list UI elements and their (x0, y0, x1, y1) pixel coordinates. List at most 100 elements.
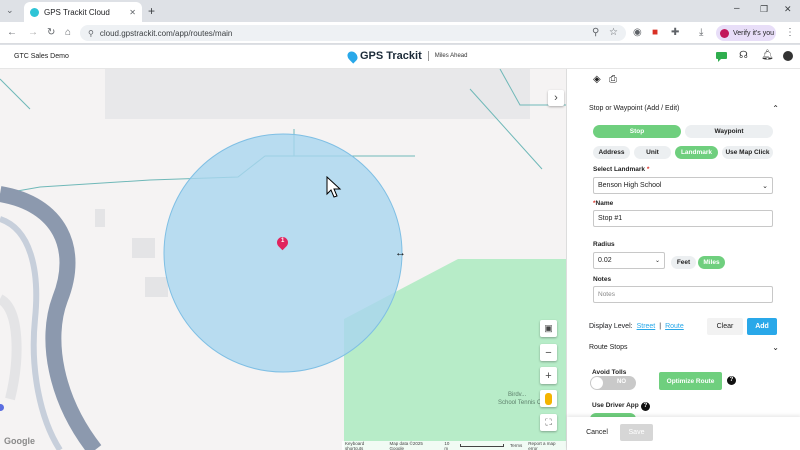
source-address-button[interactable]: Address (593, 146, 630, 159)
toggle-knob (591, 377, 603, 389)
poi-label: Birdv... (508, 392, 527, 398)
stop-waypoint-section-header[interactable]: Stop or Waypoint (Add / Edit) ⌃ (589, 104, 779, 113)
verify-label: Verify it's you (733, 29, 775, 37)
bookmark-star-icon[interactable]: ☆ (609, 27, 618, 39)
scale-bar (460, 444, 504, 447)
name-value: Stop #1 (598, 215, 623, 222)
verify-profile-chip[interactable]: Verify it's you (716, 25, 776, 41)
plus-icon: + (545, 369, 552, 382)
display-level: Display Level: Street | Route (589, 323, 684, 330)
app-header: GTC Sales Demo GPS Trackit Miles Ahead ☊… (0, 45, 800, 69)
optimize-route-button[interactable]: Optimize Route (659, 372, 722, 390)
chat-icon[interactable] (716, 52, 727, 62)
browser-menu-icon[interactable]: ⋮ (785, 27, 795, 39)
map-line (0, 78, 31, 110)
type-stop-button[interactable]: Stop (593, 125, 681, 138)
radius-value: 0.02 (598, 257, 612, 264)
avoid-tolls-toggle[interactable]: NO (590, 376, 636, 390)
source-map-click-button[interactable]: Use Map Click (722, 146, 773, 159)
select-landmark-label-text: Select Landmark (593, 166, 646, 173)
extension-red-icon[interactable]: ■ (652, 27, 658, 39)
download-icon[interactable]: ⤓ (699, 27, 703, 39)
poi-label: School Tennis C... (498, 400, 547, 406)
forward-icon[interactable]: → (28, 27, 38, 39)
map-type-button[interactable]: ▣ (540, 320, 557, 337)
unit-miles-button[interactable]: Miles (698, 256, 725, 269)
profile-avatar (720, 28, 729, 38)
zoom-icon[interactable]: ⚲ (592, 27, 599, 39)
landmark-value: Benson High School (598, 182, 662, 189)
landmark-select[interactable]: Benson High School ⌄ (593, 177, 773, 194)
route-stops-section-header[interactable]: Route Stops ⌄ (589, 343, 779, 352)
unit-feet-button[interactable]: Feet (671, 256, 696, 269)
display-level-separator: | (659, 323, 662, 330)
chevron-down-icon: ⌄ (772, 343, 779, 352)
company-name[interactable]: GTC Sales Demo (14, 53, 69, 60)
source-unit-button[interactable]: Unit (634, 146, 671, 159)
map-attribution: Keyboard shortcuts Map data ©2025 Google… (342, 441, 566, 450)
close-window-icon[interactable]: ✕ (784, 4, 792, 15)
reload-icon[interactable]: ↻ (47, 27, 55, 39)
display-level-street-link[interactable]: Street (637, 323, 656, 330)
directions-icon[interactable]: ◈ (593, 74, 601, 85)
chevron-down-icon: ⌄ (654, 258, 660, 264)
logo-divider (427, 51, 429, 61)
tab-search-icon[interactable]: ⌄ (6, 5, 18, 17)
app-logo[interactable]: GPS Trackit Miles Ahead (345, 48, 468, 64)
driver-app-help-icon[interactable]: ? (641, 402, 650, 411)
name-input[interactable]: Stop #1 (593, 210, 773, 227)
minus-icon: − (545, 346, 552, 359)
support-headset-icon[interactable]: ☊ (739, 50, 748, 61)
minimize-window-icon[interactable]: – (734, 3, 740, 14)
print-icon[interactable]: ⎙ (609, 74, 617, 85)
user-account-icon[interactable] (783, 51, 793, 61)
fullscreen-icon: ⛶ (545, 417, 552, 427)
tab-close-icon[interactable]: ✕ (129, 8, 136, 17)
map-canvas (0, 69, 566, 450)
save-button[interactable]: Save (620, 424, 653, 441)
chevron-right-icon: › (554, 92, 558, 104)
address-bar[interactable]: ⚲ cloud.gpstrackit.com/app/routes/main (80, 25, 626, 41)
extension-chrome-icon[interactable]: ◉ (633, 27, 642, 39)
notes-textarea[interactable]: Notes (593, 286, 773, 303)
avoid-tolls-label: Avoid Tolls (592, 369, 627, 376)
browser-tab[interactable]: GPS Trackit Cloud ✕ (24, 2, 142, 22)
required-mark: * (646, 166, 650, 173)
pegman-icon (545, 392, 552, 405)
optimize-help-icon[interactable]: ? (727, 376, 736, 385)
logo-tagline: Miles Ahead (434, 53, 468, 59)
site-info-icon[interactable]: ⚲ (88, 29, 94, 38)
zoom-out-button[interactable]: − (540, 344, 557, 361)
keyboard-shortcuts-link[interactable]: Keyboard shortcuts (345, 441, 384, 450)
logo-pin-icon (345, 48, 360, 64)
display-level-label: Display Level: (589, 323, 633, 330)
extensions-puzzle-icon[interactable]: ✚ (671, 27, 679, 39)
fullscreen-button[interactable]: ⛶ (540, 414, 557, 431)
browser-toolbar: ← → ↻ ⌂ ⚲ cloud.gpstrackit.com/app/route… (0, 22, 800, 44)
add-button[interactable]: Add (747, 318, 777, 335)
chevron-down-icon: ⌄ (762, 182, 768, 190)
chevron-up-icon: ⌃ (772, 104, 779, 113)
type-waypoint-button[interactable]: Waypoint (685, 125, 773, 138)
cancel-button[interactable]: Cancel (580, 424, 614, 441)
expand-panel-button[interactable]: › (548, 90, 564, 106)
zoom-in-button[interactable]: + (540, 367, 557, 384)
clear-button[interactable]: Clear (707, 318, 743, 335)
display-level-route-link[interactable]: Route (665, 323, 684, 330)
terms-link[interactable]: Terms (510, 443, 522, 448)
stop-radius-circle[interactable] (163, 133, 403, 373)
map-view[interactable]: 1 ↔ Birdv... School Tennis C... › ▣ − + … (0, 69, 566, 450)
back-icon[interactable]: ← (7, 27, 17, 39)
home-icon[interactable]: ⌂ (65, 27, 71, 39)
select-landmark-label: Select Landmark * (593, 166, 649, 173)
street-view-pegman[interactable] (540, 390, 557, 407)
radius-input[interactable]: 0.02 ⌄ (593, 252, 665, 269)
name-label-text: Name (595, 200, 614, 207)
new-tab-button[interactable]: + (148, 4, 155, 18)
gps-trackit-favicon-icon (30, 7, 39, 17)
notifications-bell-icon[interactable]: 🔔︎ (761, 50, 774, 61)
report-error-link[interactable]: Report a map error (528, 441, 566, 450)
restore-window-icon[interactable]: ❐ (760, 4, 768, 15)
resize-handle-icon[interactable]: ↔ (395, 247, 406, 259)
source-landmark-button[interactable]: Landmark (675, 146, 718, 159)
